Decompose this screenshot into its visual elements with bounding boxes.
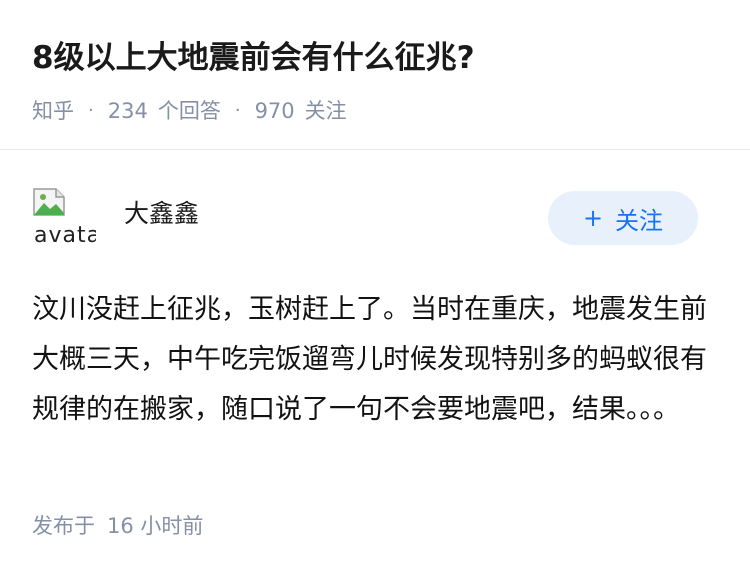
answers-count: 234 — [107, 99, 148, 123]
publish-time-value: 16 小时前 — [107, 514, 204, 538]
question-meta: 知乎 · 234 个回答 · 970 关注 — [32, 92, 347, 128]
answer-content[interactable]: 汶川没赶上征兆，玉树赶上了。当时在重庆，地震发生前大概三天，中午吃完饭遛弯儿时候… — [32, 285, 712, 435]
source-link[interactable]: 知乎 — [32, 95, 74, 125]
question-header: 8级以上大地震前会有什么征兆? 知乎 · 234 个回答 · 970 关注 — [0, 0, 750, 150]
publish-prefix: 发布于 — [32, 514, 95, 538]
answers-count-link[interactable]: 234 个回答 — [108, 95, 221, 125]
answer-card: avatar 大鑫鑫 + 关注 汶川没赶上征兆，玉树赶上了。当时在重庆，地震发生… — [0, 151, 750, 578]
question-title[interactable]: 8级以上大地震前会有什么征兆? — [32, 36, 475, 80]
publish-time: 发布于 16 小时前 — [32, 509, 203, 543]
follow-button[interactable]: + 关注 — [548, 191, 698, 245]
author-name[interactable]: 大鑫鑫 — [124, 197, 199, 231]
followers-count-link[interactable]: 970 关注 — [255, 95, 347, 125]
meta-separator: · — [234, 99, 241, 121]
avatar-alt-text: avatar — [34, 223, 96, 248]
followers-count: 970 — [254, 99, 295, 123]
avatar[interactable]: avatar — [32, 187, 96, 249]
answers-label: 个回答 — [157, 99, 221, 123]
plus-icon: + — [582, 204, 604, 232]
followers-label: 关注 — [304, 99, 347, 123]
follow-button-label: 关注 — [615, 206, 664, 235]
author-row: avatar 大鑫鑫 + 关注 — [32, 185, 698, 249]
broken-image-icon — [33, 188, 65, 216]
meta-separator: · — [88, 99, 94, 121]
